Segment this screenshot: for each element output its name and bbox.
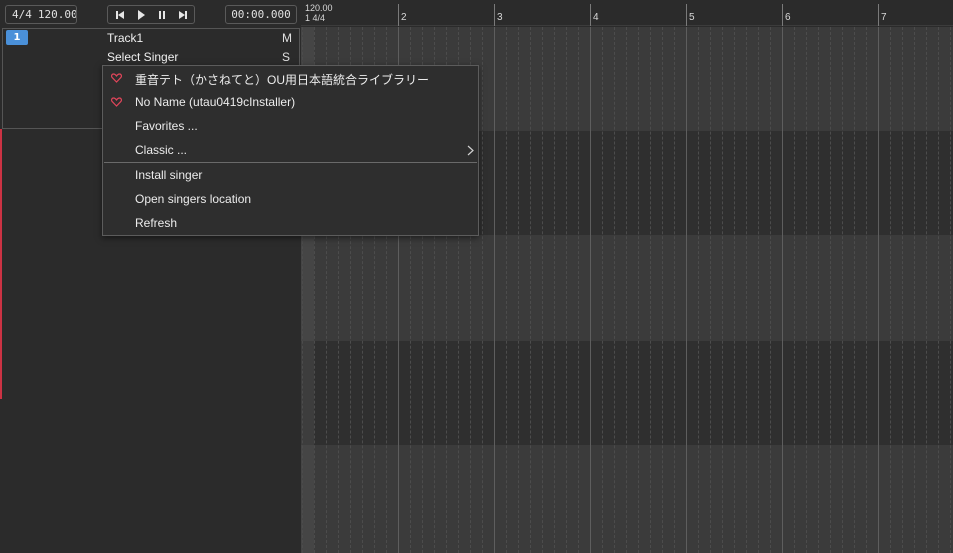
menu-item-label: Install singer	[135, 168, 203, 182]
bar-number-label[interactable]: 4	[593, 12, 599, 23]
time-signature-tempo-box[interactable]: 4/4 120.00	[5, 5, 77, 24]
select-singer-menu: 重音テト（かさねてと）OU用日本語統合ライブラリー No Name (utau0…	[102, 65, 479, 236]
mute-button[interactable]: M	[282, 31, 292, 45]
app-window: 4/4 120.00 00:00.000 1 Track1 M Select Si…	[0, 0, 953, 553]
beat-gridline	[854, 27, 855, 553]
beat-gridline	[614, 27, 615, 553]
skip-forward-icon	[179, 11, 187, 19]
ruler-time-signature-label[interactable]: 1 4/4	[305, 13, 325, 23]
menu-item-open-singers-location[interactable]: Open singers location	[103, 188, 478, 212]
menu-item-singer-kasane-teto[interactable]: 重音テト（かさねてと）OU用日本語統合ライブラリー	[103, 67, 478, 91]
pause-icon	[159, 11, 165, 19]
beat-gridline	[602, 27, 603, 553]
beat-gridline	[914, 27, 915, 553]
pause-button[interactable]	[152, 6, 172, 23]
track-number-badge: 1	[6, 30, 28, 45]
bar-tick	[782, 4, 783, 26]
favorite-heart-icon[interactable]	[111, 97, 122, 107]
bar-tick	[398, 4, 399, 26]
beat-gridline	[866, 27, 867, 553]
timeline-ruler[interactable]: 120.00 1 4/4 2 3 4 5 6 7	[301, 0, 953, 26]
ruler-tempo-label[interactable]: 120.00	[305, 3, 333, 13]
bar-gridline	[590, 27, 591, 553]
select-singer-button[interactable]: Select Singer	[107, 50, 178, 64]
beat-gridline	[830, 27, 831, 553]
menu-item-classic[interactable]: Classic ...	[103, 139, 478, 163]
bar-tick	[878, 4, 879, 26]
menu-item-label: Favorites ...	[135, 119, 198, 133]
time-signature-value[interactable]: 4/4	[12, 8, 32, 21]
play-button[interactable]	[131, 6, 151, 23]
beat-gridline	[926, 27, 927, 553]
favorite-heart-icon[interactable]	[111, 73, 122, 83]
menu-item-install-singer[interactable]: Install singer	[103, 164, 478, 188]
menu-item-favorites[interactable]: Favorites ...	[103, 115, 478, 139]
beat-gridline	[674, 27, 675, 553]
beat-gridline	[902, 27, 903, 553]
beat-gridline	[758, 27, 759, 553]
skip-back-button[interactable]	[110, 6, 130, 23]
play-icon	[138, 10, 145, 20]
beat-gridline	[518, 27, 519, 553]
track-name[interactable]: Track1	[107, 31, 143, 45]
solo-button[interactable]: S	[282, 50, 290, 64]
beat-gridline	[734, 27, 735, 553]
beat-gridline	[482, 27, 483, 553]
menu-item-label: Refresh	[135, 216, 178, 230]
beat-gridline	[818, 27, 819, 553]
skip-forward-button[interactable]	[173, 6, 193, 23]
beat-gridline	[638, 27, 639, 553]
beat-gridline	[710, 27, 711, 553]
bar-number-label[interactable]: 6	[785, 12, 791, 23]
skip-back-icon	[116, 11, 124, 19]
bar-number-label[interactable]: 5	[689, 12, 695, 23]
beat-gridline	[506, 27, 507, 553]
bar-number-label[interactable]: 3	[497, 12, 503, 23]
beat-gridline	[746, 27, 747, 553]
beat-gridline	[650, 27, 651, 553]
menu-item-label: Open singers location	[135, 192, 252, 206]
bar-tick	[590, 4, 591, 26]
menu-item-label: Classic ...	[135, 143, 188, 157]
bar-tick	[686, 4, 687, 26]
bar-gridline	[686, 27, 687, 553]
beat-gridline	[698, 27, 699, 553]
beat-gridline	[842, 27, 843, 553]
bar-number-label[interactable]: 7	[881, 12, 887, 23]
beat-gridline	[806, 27, 807, 553]
bar-number-label[interactable]: 2	[401, 12, 407, 23]
beat-gridline	[554, 27, 555, 553]
beat-gridline	[626, 27, 627, 553]
bar-gridline	[878, 27, 879, 553]
menu-item-singer-no-name[interactable]: No Name (utau0419cInstaller)	[103, 91, 478, 115]
beat-gridline	[950, 27, 951, 553]
beat-gridline	[578, 27, 579, 553]
beat-gridline	[890, 27, 891, 553]
bar-gridline	[782, 27, 783, 553]
menu-separator	[104, 162, 477, 163]
tempo-value[interactable]: 120.00	[38, 8, 76, 21]
menu-item-refresh[interactable]: Refresh	[103, 212, 478, 236]
beat-gridline	[566, 27, 567, 553]
beat-gridline	[662, 27, 663, 553]
time-display[interactable]: 00:00.000	[225, 5, 297, 24]
menu-item-label: 重音テト（かさねてと）OU用日本語統合ライブラリー	[135, 73, 430, 87]
transport-controls	[107, 5, 195, 24]
beat-gridline	[722, 27, 723, 553]
chevron-right-icon	[467, 145, 474, 156]
beat-gridline	[938, 27, 939, 553]
beat-gridline	[770, 27, 771, 553]
bar-gridline	[494, 27, 495, 553]
beat-gridline	[530, 27, 531, 553]
toolbar: 4/4 120.00 00:00.000	[0, 0, 300, 28]
bar-tick	[494, 4, 495, 26]
beat-gridline	[542, 27, 543, 553]
menu-item-label: No Name (utau0419cInstaller)	[135, 95, 296, 109]
window-edge-accent	[0, 129, 2, 399]
beat-gridline	[794, 27, 795, 553]
